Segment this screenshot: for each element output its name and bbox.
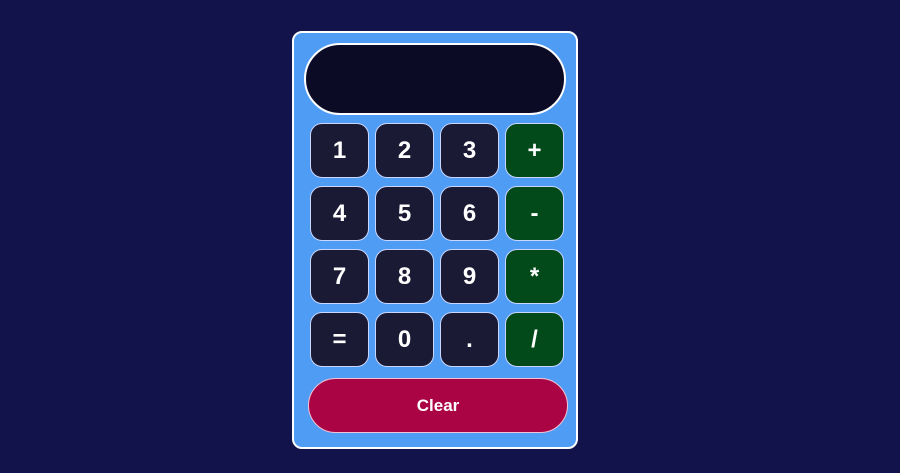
key-decimal[interactable]: . (440, 312, 499, 367)
keypad: 1 2 3 + 4 5 6 - 7 8 9 * = 0 . / (310, 123, 564, 367)
key-6[interactable]: 6 (440, 186, 499, 241)
key-0[interactable]: 0 (375, 312, 434, 367)
key-2[interactable]: 2 (375, 123, 434, 178)
key-9[interactable]: 9 (440, 249, 499, 304)
key-subtract[interactable]: - (505, 186, 564, 241)
key-8[interactable]: 8 (375, 249, 434, 304)
calculator: 1 2 3 + 4 5 6 - 7 8 9 * = 0 . / Clear (292, 31, 578, 449)
calculator-display (304, 43, 566, 115)
key-7[interactable]: 7 (310, 249, 369, 304)
key-divide[interactable]: / (505, 312, 564, 367)
key-1[interactable]: 1 (310, 123, 369, 178)
key-3[interactable]: 3 (440, 123, 499, 178)
clear-button[interactable]: Clear (308, 378, 568, 433)
key-5[interactable]: 5 (375, 186, 434, 241)
key-add[interactable]: + (505, 123, 564, 178)
key-4[interactable]: 4 (310, 186, 369, 241)
key-equals[interactable]: = (310, 312, 369, 367)
key-multiply[interactable]: * (505, 249, 564, 304)
